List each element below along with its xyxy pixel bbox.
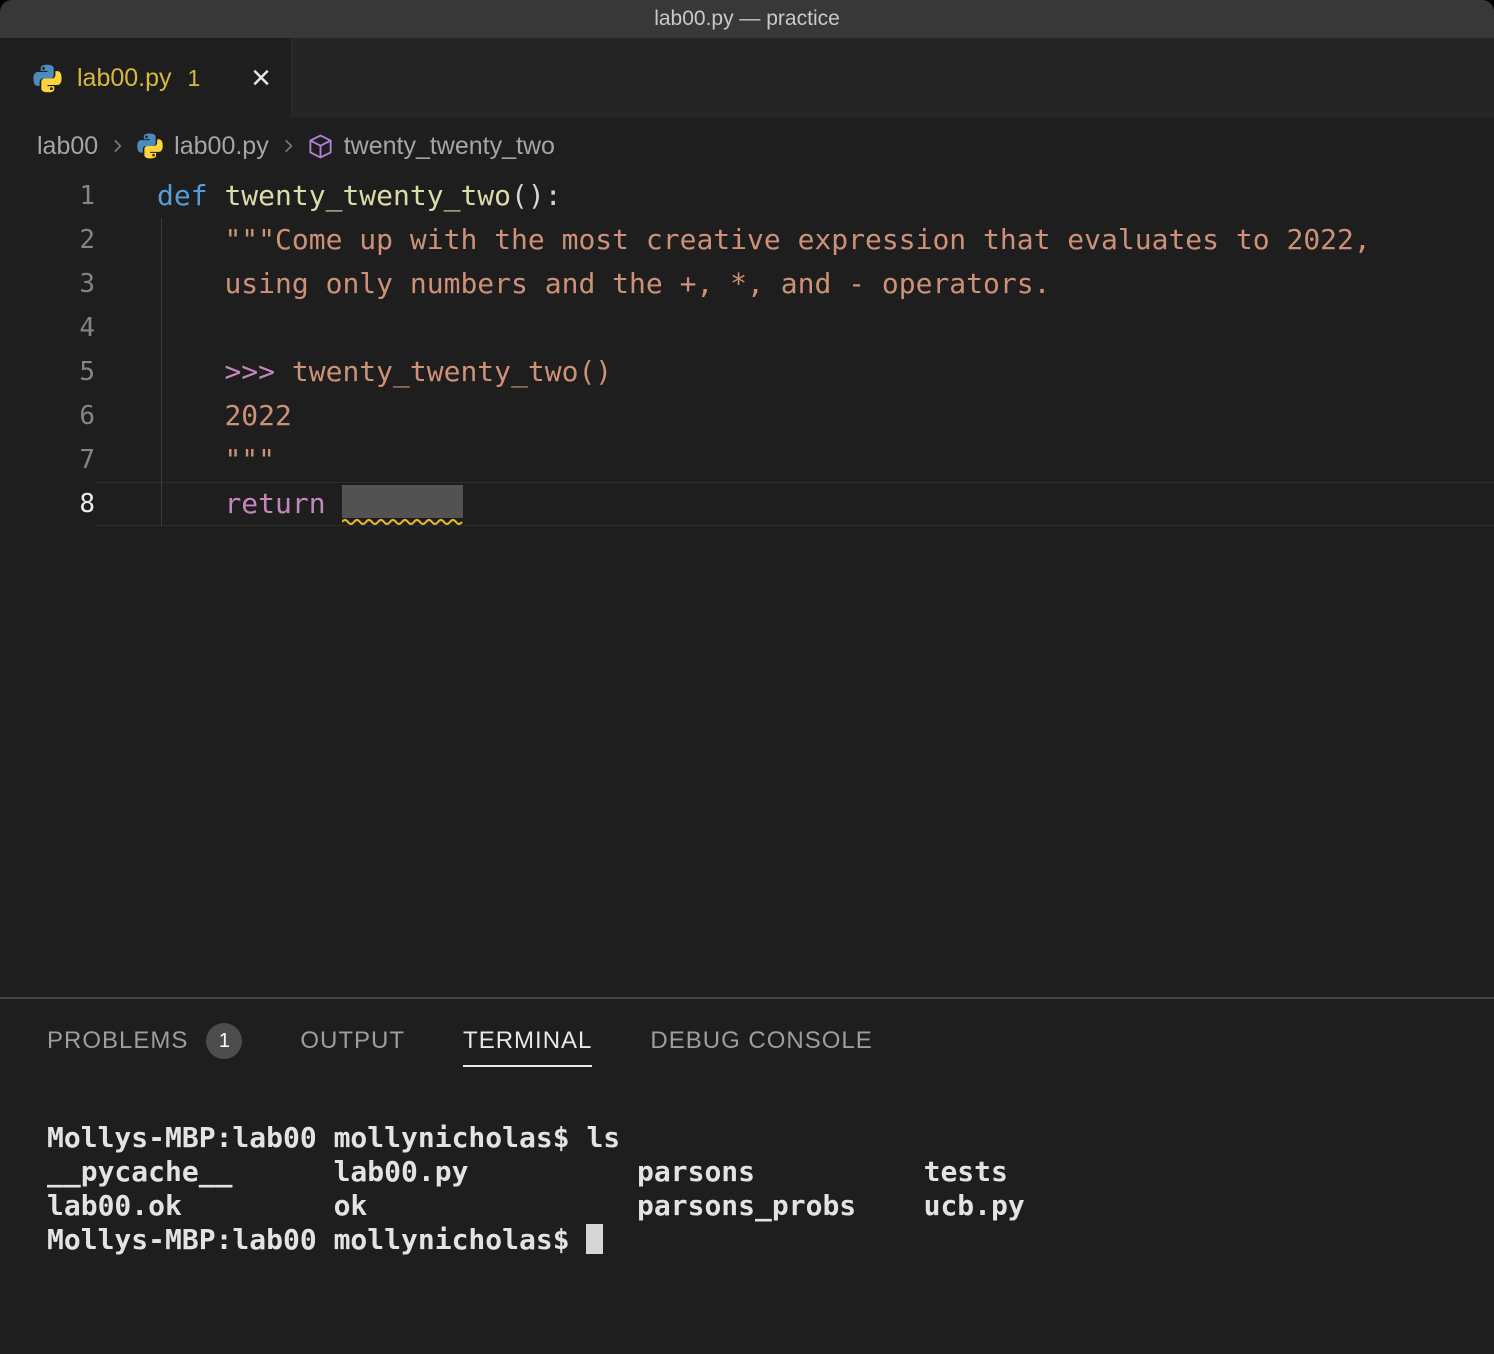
symbol-function-icon	[307, 133, 334, 160]
vscode-window: lab00.py — practice lab00.py 1 × lab00 l…	[0, 0, 1494, 1354]
warning-squiggle-icon	[342, 517, 463, 525]
chevron-right-icon	[108, 137, 126, 155]
breadcrumb-file[interactable]: lab00.py	[174, 132, 269, 161]
panel-tab-debug-console[interactable]: DEBUG CONSOLE	[650, 999, 872, 1083]
terminal-line: __pycache__ lab00.py parsons tests	[47, 1155, 1494, 1189]
code-line-text: """Come up with the most creative expres…	[95, 218, 1494, 262]
line-number: 8	[0, 482, 95, 526]
python-icon	[32, 63, 63, 94]
titlebar: lab00.py — practice	[0, 0, 1494, 38]
code-line-text: return	[95, 482, 1494, 526]
code-editor[interactable]: 1def twenty_twenty_two():2 """Come up wi…	[0, 174, 1494, 997]
tab-filename: lab00.py	[77, 64, 172, 93]
panel-tab-terminal[interactable]: TERMINAL	[463, 999, 592, 1083]
code-line-text: using only numbers and the +, *, and - o…	[95, 262, 1494, 306]
problems-count-badge: 1	[206, 1023, 242, 1059]
tab-bar: lab00.py 1 ×	[0, 38, 1494, 118]
code-line[interactable]: 4	[0, 306, 1494, 350]
line-number: 1	[0, 174, 95, 218]
code-line[interactable]: 6 2022	[0, 394, 1494, 438]
code-line[interactable]: 5 >>> twenty_twenty_two()	[0, 350, 1494, 394]
terminal-line: Mollys-MBP:lab00 mollynicholas$ ls	[47, 1121, 1494, 1155]
indent-guide	[161, 218, 162, 526]
python-icon	[136, 132, 164, 160]
tab-problems-count: 1	[188, 65, 201, 92]
breadcrumb-folder[interactable]: lab00	[37, 132, 98, 161]
window-title: lab00.py — practice	[654, 7, 840, 31]
chevron-right-icon	[279, 137, 297, 155]
line-number: 6	[0, 394, 95, 438]
terminal-line: Mollys-MBP:lab00 mollynicholas$	[47, 1223, 1494, 1257]
line-number: 4	[0, 306, 95, 350]
panel-tab-problems[interactable]: PROBLEMS 1	[47, 999, 242, 1083]
breadcrumb-symbol[interactable]: twenty_twenty_two	[344, 132, 555, 161]
terminal-output[interactable]: Mollys-MBP:lab00 mollynicholas$ ls__pyca…	[0, 1083, 1494, 1257]
line-number: 7	[0, 438, 95, 482]
line-number: 2	[0, 218, 95, 262]
breadcrumb: lab00 lab00.py twenty_twenty_two	[0, 118, 1494, 174]
code-line[interactable]: 1def twenty_twenty_two():	[0, 174, 1494, 218]
panel-tab-label: DEBUG CONSOLE	[650, 1027, 872, 1055]
code-line-text	[95, 306, 1494, 350]
code-line-text: >>> twenty_twenty_two()	[95, 350, 1494, 394]
panel-tab-label: PROBLEMS	[47, 1027, 188, 1055]
panel-tab-output[interactable]: OUTPUT	[300, 999, 405, 1083]
code-line[interactable]: 8 return	[0, 482, 1494, 526]
panel-tabs: PROBLEMS 1 OUTPUT TERMINAL DEBUG CONSOLE	[0, 999, 1494, 1083]
code-line[interactable]: 2 """Come up with the most creative expr…	[0, 218, 1494, 262]
code-line[interactable]: 7 """	[0, 438, 1494, 482]
return-value-placeholder[interactable]	[342, 485, 463, 518]
code-line[interactable]: 3 using only numbers and the +, *, and -…	[0, 262, 1494, 306]
code-line-text: """	[95, 438, 1494, 482]
panel-tab-label: OUTPUT	[300, 1027, 405, 1055]
bottom-panel: PROBLEMS 1 OUTPUT TERMINAL DEBUG CONSOLE Mol…	[0, 997, 1494, 1354]
tab-lab00py[interactable]: lab00.py 1 ×	[0, 38, 292, 118]
terminal-line: lab00.ok ok parsons_probs ucb.py	[47, 1189, 1494, 1223]
panel-tab-label: TERMINAL	[463, 1027, 592, 1055]
terminal-cursor	[586, 1224, 603, 1254]
code-line-text: 2022	[95, 394, 1494, 438]
line-number: 3	[0, 262, 95, 306]
line-number: 5	[0, 350, 95, 394]
editor-lines: 1def twenty_twenty_two():2 """Come up wi…	[0, 174, 1494, 526]
code-line-text: def twenty_twenty_two():	[95, 174, 1494, 218]
close-icon[interactable]: ×	[251, 61, 271, 95]
